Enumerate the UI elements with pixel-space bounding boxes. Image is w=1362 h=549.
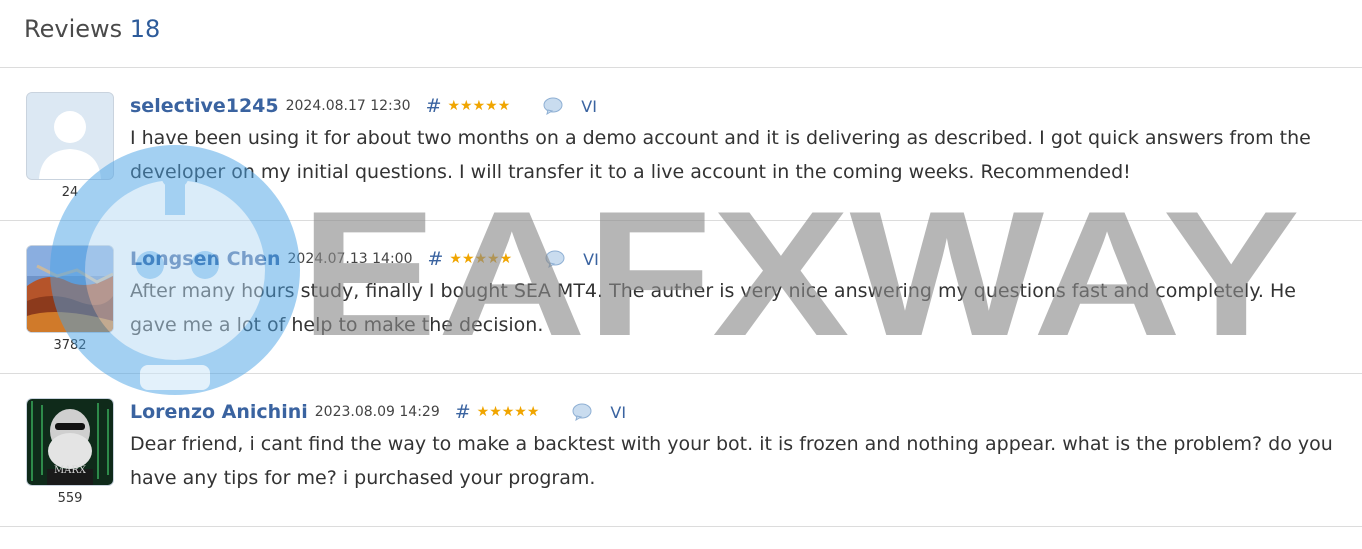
- comment-bubble-icon[interactable]: [543, 97, 563, 116]
- review-date: 2024.08.17 12:30: [285, 98, 411, 114]
- review-author-link[interactable]: Longsen Chen: [130, 248, 281, 270]
- translate-language-link[interactable]: VI: [581, 97, 597, 116]
- avatar[interactable]: [26, 92, 114, 180]
- user-rating-count: 559: [57, 491, 83, 506]
- review-meta: Longsen Chen 2024.07.13 14:00 # ★★★★★ VI: [130, 246, 1362, 272]
- review-avatar-column: MARX 559: [26, 398, 114, 506]
- review-author-link[interactable]: selective1245: [130, 95, 279, 117]
- review-avatar-column: 3782: [26, 245, 114, 353]
- review-content: Lorenzo Anichini 2023.08.09 14:29 # ★★★★…: [130, 399, 1362, 495]
- review-text: Dear friend, i cant find the way to make…: [130, 433, 1333, 489]
- reviews-count: 18: [129, 15, 161, 43]
- review-permalink[interactable]: #: [455, 401, 471, 423]
- great-wall-photo-icon: [27, 246, 113, 332]
- avatar[interactable]: [26, 245, 114, 333]
- star-rating: ★★★★★: [476, 404, 540, 420]
- review-meta: Lorenzo Anichini 2023.08.09 14:29 # ★★★★…: [130, 399, 1362, 425]
- marx-reloaded-photo-icon: MARX: [27, 399, 113, 485]
- avatar[interactable]: MARX: [26, 398, 114, 486]
- review-item: MARX 559 Lorenzo Anichini 2023.08.09 14:…: [0, 374, 1362, 527]
- user-rating-count: 24: [61, 185, 79, 200]
- review-item: 24 selective1245 2024.08.17 12:30 # ★★★★…: [0, 68, 1362, 221]
- review-date: 2023.08.09 14:29: [314, 404, 440, 420]
- svg-text:MARX: MARX: [54, 465, 87, 476]
- comment-bubble-icon[interactable]: [572, 403, 592, 422]
- translate-language-link[interactable]: VI: [583, 250, 599, 269]
- review-date: 2024.07.13 14:00: [287, 251, 413, 267]
- translate-language-link[interactable]: VI: [610, 403, 626, 422]
- star-rating: ★★★★★: [449, 251, 513, 267]
- star-rating: ★★★★★: [447, 98, 511, 114]
- review-avatar-column: 24: [26, 92, 114, 200]
- review-content: selective1245 2024.08.17 12:30 # ★★★★★ V…: [130, 93, 1362, 189]
- reviews-header: Reviews 18: [0, 0, 1362, 68]
- review-permalink[interactable]: #: [426, 95, 442, 117]
- default-user-avatar-icon: [27, 93, 113, 179]
- review-text: I have been using it for about two month…: [130, 127, 1311, 183]
- review-item: 3782 Longsen Chen 2024.07.13 14:00 # ★★★…: [0, 221, 1362, 374]
- review-text: After many hours study, finally I bought…: [130, 280, 1296, 336]
- review-content: Longsen Chen 2024.07.13 14:00 # ★★★★★ VI…: [130, 246, 1362, 342]
- review-author-link[interactable]: Lorenzo Anichini: [130, 401, 308, 423]
- review-permalink[interactable]: #: [427, 248, 443, 270]
- review-meta: selective1245 2024.08.17 12:30 # ★★★★★ V…: [130, 93, 1362, 119]
- comment-bubble-icon[interactable]: [545, 250, 565, 269]
- reviews-title: Reviews: [24, 15, 123, 43]
- user-rating-count: 3782: [53, 338, 87, 353]
